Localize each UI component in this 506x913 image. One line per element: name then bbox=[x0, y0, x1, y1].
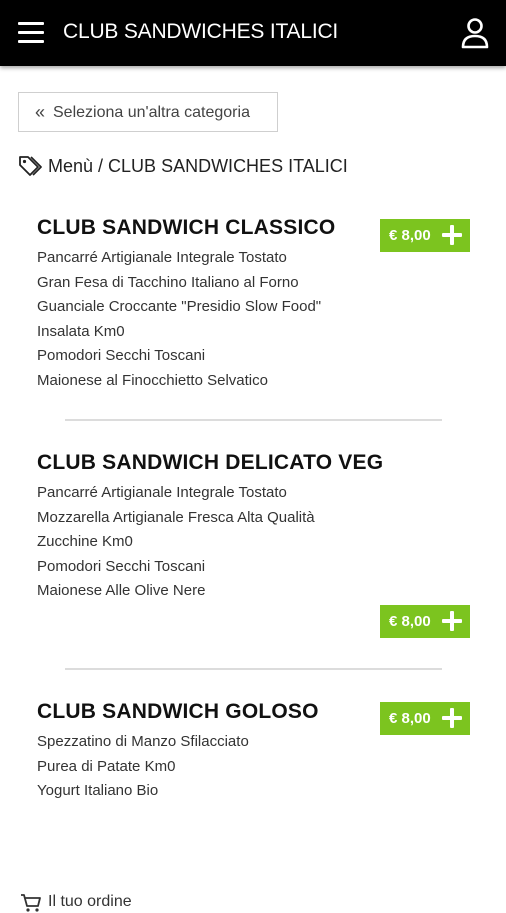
ingredient: Maionese Alle Olive Nere bbox=[37, 582, 206, 599]
plus-icon bbox=[442, 708, 462, 728]
ingredient: Pancarré Artigianale Integrale Tostato bbox=[37, 484, 287, 501]
user-icon[interactable] bbox=[460, 17, 490, 49]
product-item: CLUB SANDWICH DELICATO VEG Pancarré Arti… bbox=[37, 451, 477, 604]
price-label: € 8,00 bbox=[389, 710, 431, 727]
ingredient-list: Spezzatino di Manzo Sfilacciato Purea di… bbox=[37, 730, 477, 804]
ingredient: Maionese al Finocchietto Selvatico bbox=[37, 371, 268, 389]
breadcrumb-menu-link[interactable]: Menù bbox=[48, 156, 93, 176]
ingredient: Zucchine Km0 bbox=[37, 533, 133, 550]
add-to-cart-button[interactable]: € 8,00 bbox=[380, 219, 470, 252]
price-label: € 8,00 bbox=[389, 613, 431, 630]
tag-icon bbox=[19, 156, 42, 176]
ingredient-list: Pancarré Artigianale Integrale Tostato M… bbox=[37, 481, 477, 604]
ingredient: Pomodori Secchi Toscani bbox=[37, 557, 206, 575]
breadcrumb-current: CLUB SANDWICHES ITALICI bbox=[108, 156, 348, 176]
add-to-cart-button[interactable]: € 8,00 bbox=[380, 702, 470, 735]
breadcrumb-separator: / bbox=[93, 156, 109, 176]
page-title: CLUB SANDWICHES ITALICI bbox=[63, 20, 339, 43]
select-other-category-label: Seleziona un'altra categoria bbox=[53, 104, 250, 121]
ingredient-list: Pancarré Artigianale Integrale Tostato G… bbox=[37, 246, 477, 393]
hamburger-menu-icon[interactable] bbox=[18, 22, 44, 44]
select-other-category-button[interactable]: « Seleziona un'altra categoria bbox=[18, 92, 278, 132]
ingredient: Yogurt Italiano Bio bbox=[37, 782, 159, 799]
double-chevron-left-icon: « bbox=[35, 102, 46, 122]
plus-icon bbox=[442, 611, 462, 631]
ingredient: Insalata Km0 bbox=[37, 322, 125, 340]
ingredient: Purea di Patate Km0 bbox=[37, 757, 176, 775]
divider bbox=[65, 668, 442, 670]
ingredient: Gran Fesa di Tacchino Italiano al Forno bbox=[37, 273, 299, 291]
price-label: € 8,00 bbox=[389, 227, 431, 244]
ingredient: Pomodori Secchi Toscani bbox=[37, 347, 206, 364]
order-summary-label: Il tuo ordine bbox=[48, 893, 132, 910]
product-name: CLUB SANDWICH DELICATO VEG bbox=[37, 451, 384, 474]
plus-icon bbox=[442, 225, 462, 245]
add-to-cart-button[interactable]: € 8,00 bbox=[380, 605, 470, 638]
ingredient: Guanciale Croccante "Presidio Slow Food" bbox=[37, 298, 322, 315]
ingredient: Mozzarella Artigianale Fresca Alta Quali… bbox=[37, 508, 315, 526]
cart-icon bbox=[21, 894, 41, 912]
app-header: CLUB SANDWICHES ITALICI bbox=[0, 0, 506, 66]
divider bbox=[65, 419, 442, 421]
